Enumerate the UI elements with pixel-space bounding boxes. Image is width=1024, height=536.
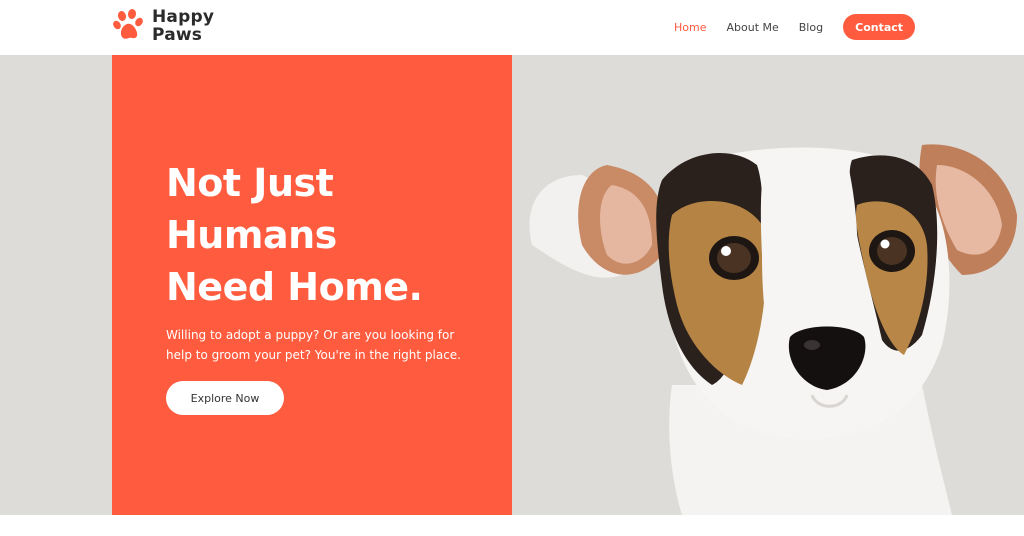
nav-home[interactable]: Home xyxy=(674,21,706,34)
paw-icon xyxy=(113,9,143,39)
hero-panel: Not Just Humans Need Home. Willing to ad… xyxy=(112,55,512,515)
hero-section: Not Just Humans Need Home. Willing to ad… xyxy=(0,55,1024,515)
brand-name-line2: Paws xyxy=(152,25,203,45)
brand-name-line1: Happy xyxy=(152,7,215,27)
brand-logo[interactable]: Happy Paws xyxy=(112,8,214,44)
explore-now-button[interactable]: Explore Now xyxy=(166,381,284,415)
site-header: Happy Paws Home About Me Blog Contact xyxy=(0,0,1024,55)
hero-title-line1: Not Just xyxy=(166,161,334,205)
nav-blog[interactable]: Blog xyxy=(799,21,823,34)
brand-name: Happy Paws xyxy=(152,8,214,44)
hero-title-line2: Humans xyxy=(166,213,337,257)
puppy-photo xyxy=(512,55,1024,515)
page-bottom-strip xyxy=(0,515,1024,536)
hero-subtitle: Willing to adopt a puppy? Or are you loo… xyxy=(166,328,461,362)
nav-about-me[interactable]: About Me xyxy=(726,21,778,34)
contact-button[interactable]: Contact xyxy=(843,14,916,40)
hero-title-line3: Need Home. xyxy=(166,265,423,309)
hero-title: Not Just Humans Need Home. xyxy=(166,157,486,313)
main-nav: Home About Me Blog Contact xyxy=(674,14,916,40)
